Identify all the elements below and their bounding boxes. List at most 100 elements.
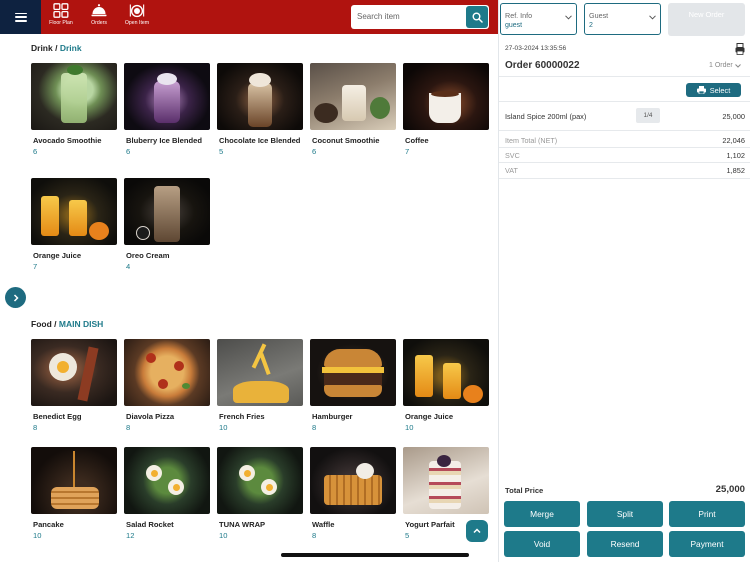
product-card-hamburger[interactable]: Hamburger 8 xyxy=(310,339,396,432)
vat-label: VAT xyxy=(505,166,518,175)
product-card-orange-juice-drink[interactable]: Orange Juice 7 xyxy=(31,178,117,271)
product-count: 10 xyxy=(405,423,414,432)
svc-value: 1,102 xyxy=(726,151,746,160)
home-indicator[interactable] xyxy=(281,553,469,557)
split-button[interactable]: Split xyxy=(587,501,663,527)
select-button-label: Select xyxy=(709,85,731,95)
search-button[interactable] xyxy=(466,6,488,28)
item-total-value: 22,046 xyxy=(722,136,745,145)
product-card-blueberry-ice-blended[interactable]: Bluberry Ice Blended 6 xyxy=(124,63,210,156)
product-image xyxy=(31,447,117,514)
product-count: 10 xyxy=(219,423,228,432)
chevron-down-icon xyxy=(565,15,572,20)
product-name: Bluberry Ice Blended xyxy=(126,136,202,145)
product-image xyxy=(217,63,303,130)
product-count: 5 xyxy=(219,147,224,156)
menu-button[interactable] xyxy=(0,0,41,34)
receipt-printer-icon[interactable] xyxy=(735,43,745,55)
product-card-orange-juice-food[interactable]: Orange Juice 10 xyxy=(403,339,489,432)
plate-cutlery-icon xyxy=(129,4,145,18)
product-card-tuna-wrap[interactable]: TUNA WRAP 10 xyxy=(217,447,303,540)
product-card-pancake[interactable]: Pancake 10 xyxy=(31,447,117,540)
product-name: TUNA WRAP xyxy=(219,520,266,529)
divider xyxy=(499,147,750,148)
product-count: 8 xyxy=(312,423,317,432)
drink-section-title: Drink / Drink xyxy=(31,43,82,53)
product-name: Orange Juice xyxy=(405,412,454,421)
nav-floor-plan-label: Floor Plan xyxy=(49,20,73,26)
product-image xyxy=(124,447,210,514)
guest-value: 2 xyxy=(589,22,593,29)
nav-orders[interactable]: Orders xyxy=(80,3,118,31)
product-card-chocolate-ice-blended[interactable]: Chocolate Ice Blended 5 xyxy=(217,63,303,156)
product-name: Coconut Smoothie xyxy=(312,136,380,145)
product-count: 6 xyxy=(126,147,131,156)
divider xyxy=(499,130,750,131)
product-card-salad-rocket[interactable]: Salad Rocket 12 xyxy=(124,447,210,540)
guest-label: Guest xyxy=(589,11,609,20)
product-count: 7 xyxy=(405,147,410,156)
product-card-coffee[interactable]: Coffee 7 xyxy=(403,63,489,156)
resend-button[interactable]: Resend xyxy=(587,531,663,557)
product-card-french-fries[interactable]: French Fries 10 xyxy=(217,339,303,432)
printer-icon xyxy=(696,86,706,94)
product-count: 12 xyxy=(126,531,135,540)
order-count-dropdown[interactable]: 1 Order xyxy=(709,62,741,69)
product-name: Salad Rocket xyxy=(126,520,174,529)
product-count: 10 xyxy=(219,531,228,540)
nav-floor-plan[interactable]: Floor Plan xyxy=(42,3,80,31)
divider xyxy=(499,76,750,77)
line-item-amount: 25,000 xyxy=(722,112,745,121)
chevron-down-icon xyxy=(649,15,656,20)
search-icon xyxy=(472,12,483,23)
product-count: 6 xyxy=(33,147,38,156)
product-card-coconut-smoothie[interactable]: Coconut Smoothie 6 xyxy=(310,63,396,156)
product-image xyxy=(310,63,396,130)
print-button[interactable]: Print xyxy=(669,501,745,527)
payment-button[interactable]: Payment xyxy=(669,531,745,557)
product-image xyxy=(124,178,210,245)
drink-subcategory[interactable]: Drink xyxy=(60,43,82,53)
guest-select[interactable]: Guest 2 xyxy=(584,3,661,35)
product-card-benedict-egg[interactable]: Benedict Egg 8 xyxy=(31,339,117,432)
top-bar: Floor Plan Orders Open Item Search item xyxy=(0,0,498,34)
product-name: Avocado Smoothie xyxy=(33,136,102,145)
product-count: 4 xyxy=(126,262,131,271)
expand-panel-button[interactable] xyxy=(5,287,26,308)
food-subcategory[interactable]: MAIN DISH xyxy=(59,319,103,329)
product-card-oreo-cream[interactable]: Oreo Cream 4 xyxy=(124,178,210,271)
product-image xyxy=(310,339,396,406)
new-order-button[interactable]: New Order xyxy=(668,3,745,36)
search-box[interactable]: Search item xyxy=(351,5,489,29)
line-item-name[interactable]: Island Spice 200ml (pax) xyxy=(505,112,586,121)
drink-category: Drink xyxy=(31,43,53,53)
ref-info-select[interactable]: Ref. Info guest xyxy=(500,3,577,35)
product-card-waffle[interactable]: Waffle 8 xyxy=(310,447,396,540)
product-count: 8 xyxy=(126,423,131,432)
merge-button[interactable]: Merge xyxy=(504,501,580,527)
void-button[interactable]: Void xyxy=(504,531,580,557)
product-count: 8 xyxy=(33,423,38,432)
product-card-diavola-pizza[interactable]: Diavola Pizza 8 xyxy=(124,339,210,432)
chevron-right-icon xyxy=(13,293,19,302)
product-image xyxy=(217,447,303,514)
select-button[interactable]: Select xyxy=(686,83,741,97)
total-price-label: Total Price xyxy=(505,486,544,495)
divider xyxy=(499,101,750,102)
product-card-avocado-smoothie[interactable]: Avocado Smoothie 6 xyxy=(31,63,117,156)
product-name: Pancake xyxy=(33,520,64,529)
product-name: Chocolate Ice Blended xyxy=(219,136,301,145)
nav-open-item-label: Open Item xyxy=(124,20,150,26)
product-name: Coffee xyxy=(405,136,429,145)
product-name: Hamburger xyxy=(312,412,353,421)
divider xyxy=(499,162,750,163)
product-image xyxy=(124,339,210,406)
product-image xyxy=(403,339,489,406)
nav-open-item[interactable]: Open Item xyxy=(118,3,156,31)
product-name: Diavola Pizza xyxy=(126,412,175,421)
product-image xyxy=(403,63,489,130)
product-image xyxy=(31,339,117,406)
search-input[interactable]: Search item xyxy=(357,12,400,21)
scroll-top-button[interactable] xyxy=(466,520,488,542)
line-item-qty[interactable]: 1/4 xyxy=(636,108,660,123)
